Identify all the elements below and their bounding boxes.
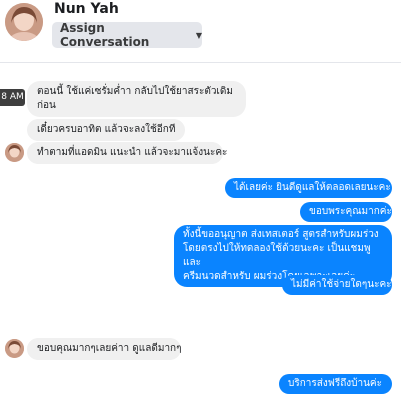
message-bubble-outgoing[interactable]: ขอบพระคุณมากค่ะ: [300, 202, 392, 222]
message-bubble-incoming[interactable]: ขอบคุณมากๆเลยค่าา ดูแลดีมากๆ: [27, 338, 182, 360]
messenger-conversation: Nun Yah Assign Conversation ▼ 8 AM ตอนนี…: [0, 0, 401, 400]
contact-avatar-small: [5, 143, 24, 162]
message-bubble-incoming[interactable]: ตอนนี้ ใช้แค่เซรั่มค่ำา กลับไปใช้ยาสระตั…: [27, 81, 246, 117]
contact-avatar[interactable]: [5, 3, 43, 41]
message-bubble-outgoing[interactable]: ได้เลยค่ะ ยินดีดูแลให้ตลอดเลยนะคะ: [225, 178, 392, 198]
conversation-header: Nun Yah Assign Conversation ▼: [0, 0, 401, 63]
message-bubble-outgoing[interactable]: บริการส่งฟรีถึงบ้านค่ะ: [279, 374, 392, 394]
message-bubble-outgoing[interactable]: ไม่มีค่าใช้จ่ายใดๆนะคะ: [282, 275, 392, 295]
timestamp-tooltip: 8 AM: [0, 89, 25, 106]
message-bubble-incoming[interactable]: ทำตามที่แอดมิน แนะนำ แล้วจะมาแจ้งนะคะ: [27, 142, 227, 164]
message-bubble-incoming[interactable]: เดี๋ยวครบอาทิต แล้วจะลงใช้อีกที: [27, 119, 185, 141]
assign-conversation-label: Assign Conversation: [60, 21, 150, 49]
contact-name[interactable]: Nun Yah: [54, 1, 119, 17]
contact-avatar-small: [5, 339, 24, 358]
caret-down-icon: ▼: [195, 30, 202, 40]
assign-conversation-button[interactable]: Assign Conversation ▼: [52, 21, 202, 49]
